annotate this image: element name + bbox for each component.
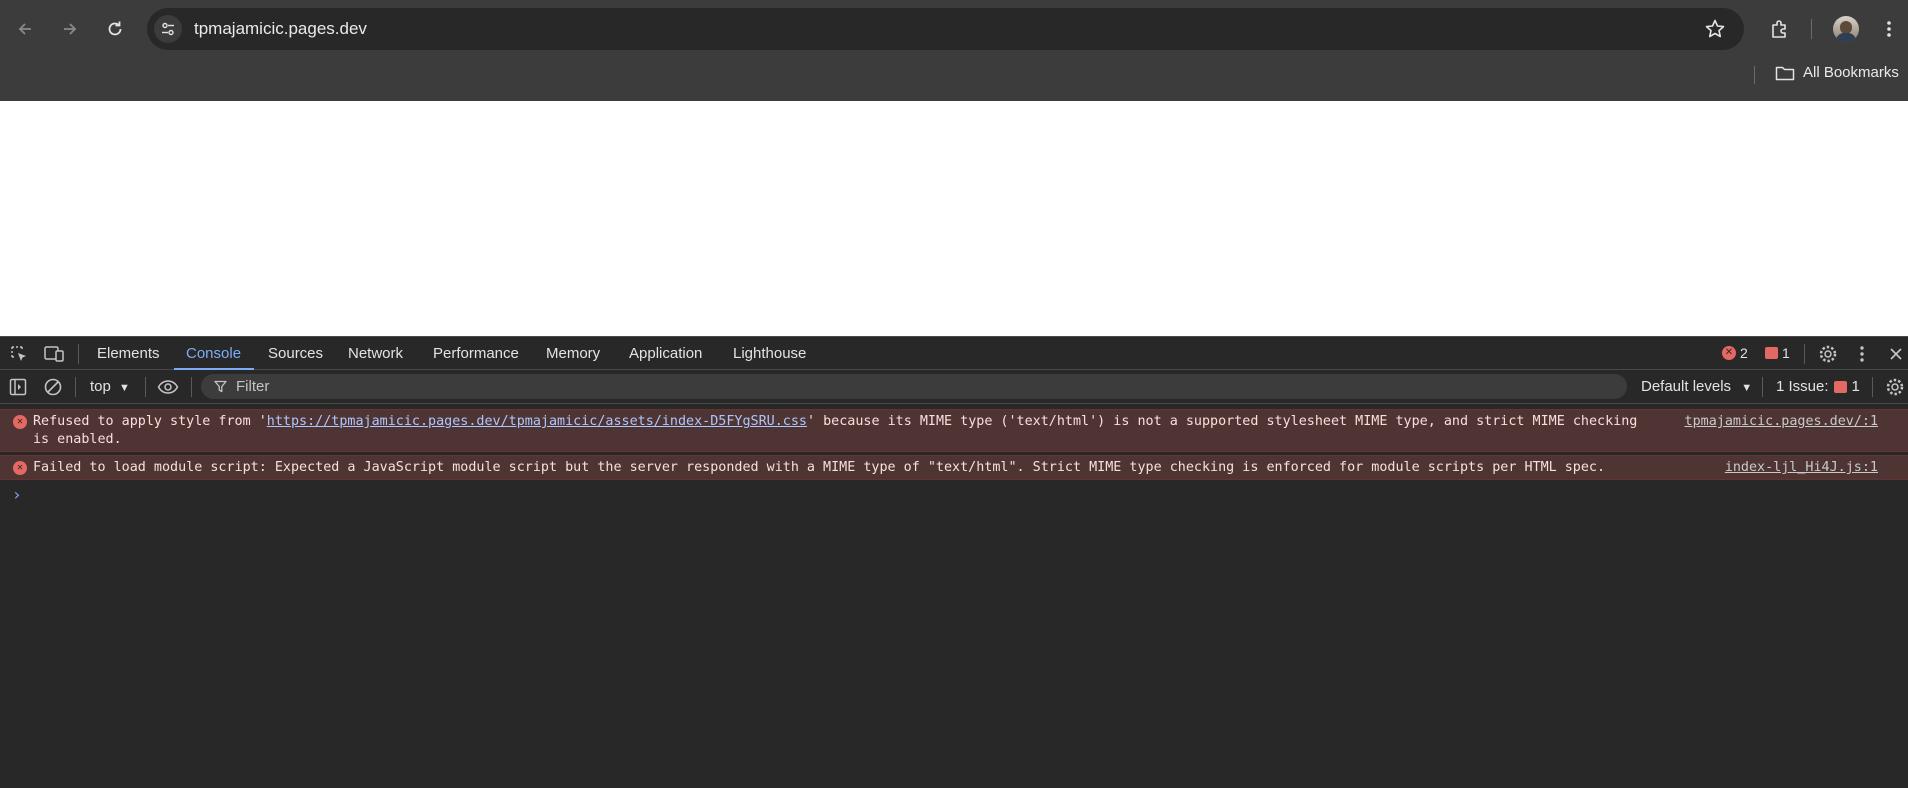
error-icon: ✕ [13, 461, 27, 475]
log-levels-dropdown[interactable]: Default levels ▼ [1641, 378, 1752, 395]
inspect-element-button[interactable] [7, 342, 31, 366]
reload-button[interactable] [100, 14, 130, 44]
close-devtools-button[interactable] [1884, 342, 1908, 366]
stylesheet-link[interactable]: https://tpmajamicic.pages.dev/tpmajamici… [267, 414, 807, 429]
gear-icon [1886, 378, 1904, 396]
devtools-tab-bar: Elements Console Sources Network Perform… [0, 337, 1908, 370]
tab-console[interactable]: Console [186, 345, 241, 362]
device-toolbar-button[interactable] [42, 342, 66, 366]
error-icon: ✕ [1722, 346, 1736, 360]
close-icon [1890, 348, 1902, 360]
console-error-message: ✕ Failed to load module script: Expected… [0, 455, 1908, 480]
devtools-menu-button[interactable] [1850, 342, 1874, 366]
gear-icon [1819, 345, 1837, 363]
levels-label: Default levels [1641, 378, 1732, 395]
bookmark-star-icon[interactable] [1704, 18, 1726, 40]
source-link[interactable]: index-ljl_Hi4J.js:1 [1725, 459, 1878, 477]
error-icon: ✕ [13, 415, 27, 429]
more-vertical-icon [1887, 21, 1891, 37]
toolbar-divider [75, 377, 76, 397]
toolbar-divider [1811, 19, 1812, 39]
issue-count-button[interactable]: 1 [1765, 345, 1790, 361]
toolbar-divider [191, 377, 192, 397]
console-toolbar: top ▼ Filter Default levels ▼ 1 Issue: 1 [0, 370, 1908, 404]
live-expression-button[interactable] [156, 375, 180, 399]
context-selector[interactable]: top ▼ [90, 378, 130, 395]
tab-application[interactable]: Application [629, 345, 702, 362]
tab-divider-right [1804, 344, 1805, 364]
issue-flag-icon [1765, 347, 1778, 359]
browser-chrome: tpmajamicic.pages.dev All Bookmarks [0, 0, 1908, 101]
issues-label: 1 Issue: [1776, 378, 1829, 395]
forward-button[interactable] [55, 14, 85, 44]
arrow-right-icon [64, 23, 77, 35]
filter-icon [214, 380, 227, 393]
issues-button[interactable]: 1 Issue: 1 [1776, 378, 1860, 395]
tab-lighthouse[interactable]: Lighthouse [733, 345, 806, 362]
devtools-settings-button[interactable] [1816, 342, 1840, 366]
folder-icon [1775, 66, 1795, 80]
toolbar-divider [145, 377, 146, 397]
devtools-panel: Elements Console Sources Network Perform… [0, 336, 1908, 788]
tab-memory[interactable]: Memory [546, 345, 600, 362]
device-toggle-icon [44, 346, 64, 362]
address-bar[interactable]: tpmajamicic.pages.dev [147, 8, 1744, 50]
message-text: ' because its MIME type ('text/html') is… [806, 414, 1638, 429]
console-filter-input[interactable]: Filter [201, 374, 1627, 399]
error-count-button[interactable]: ✕ 2 [1722, 345, 1748, 361]
console-settings-button[interactable] [1883, 375, 1907, 399]
more-vertical-icon [1860, 346, 1864, 362]
sidebar-icon [9, 378, 27, 396]
puzzle-icon [1772, 20, 1786, 38]
site-info-button[interactable] [154, 15, 182, 43]
extensions-button[interactable] [1765, 14, 1795, 44]
dropdown-triangle-icon: ▼ [119, 382, 130, 394]
tab-divider [78, 344, 79, 364]
profile-avatar[interactable] [1833, 16, 1859, 42]
tab-network[interactable]: Network [348, 345, 403, 362]
issue-count: 1 [1782, 345, 1790, 361]
tab-sources[interactable]: Sources [268, 345, 323, 362]
select-element-icon [11, 346, 26, 361]
context-value: top [90, 378, 111, 395]
toolbar-divider [1762, 377, 1763, 397]
toolbar-divider [1872, 377, 1873, 397]
console-error-message: ✕ Refused to apply style from 'https://t… [0, 409, 1908, 452]
issues-badge: 1 [1851, 378, 1860, 395]
dropdown-triangle-icon: ▼ [1741, 382, 1753, 394]
show-sidebar-button[interactable] [6, 375, 30, 399]
bookmarks-divider [1754, 66, 1755, 84]
message-text: is enabled. [33, 432, 122, 447]
page-viewport [0, 101, 1908, 336]
error-count: 2 [1740, 345, 1748, 361]
message-text: Failed to load module script: Expected a… [33, 460, 1606, 475]
source-link[interactable]: tpmajamicic.pages.dev/:1 [1685, 413, 1878, 431]
tab-performance[interactable]: Performance [433, 345, 519, 362]
all-bookmarks-button[interactable]: All Bookmarks [1775, 64, 1899, 81]
eye-icon [157, 380, 179, 394]
issue-flag-icon [1833, 380, 1847, 393]
url-text[interactable]: tpmajamicic.pages.dev [194, 19, 367, 39]
block-icon [44, 378, 62, 396]
filter-placeholder: Filter [236, 378, 270, 395]
tab-elements[interactable]: Elements [97, 345, 160, 362]
chrome-menu-button[interactable] [1874, 14, 1904, 44]
message-text: Refused to apply style from ' [33, 414, 267, 429]
all-bookmarks-label: All Bookmarks [1803, 64, 1899, 81]
console-messages: ✕ Refused to apply style from 'https://t… [0, 409, 1908, 504]
arrow-left-icon [18, 23, 31, 35]
clear-console-button[interactable] [41, 375, 65, 399]
tune-icon [162, 22, 174, 36]
reload-icon [108, 21, 122, 36]
back-button[interactable] [10, 14, 40, 44]
console-prompt[interactable]: › [12, 485, 1908, 504]
